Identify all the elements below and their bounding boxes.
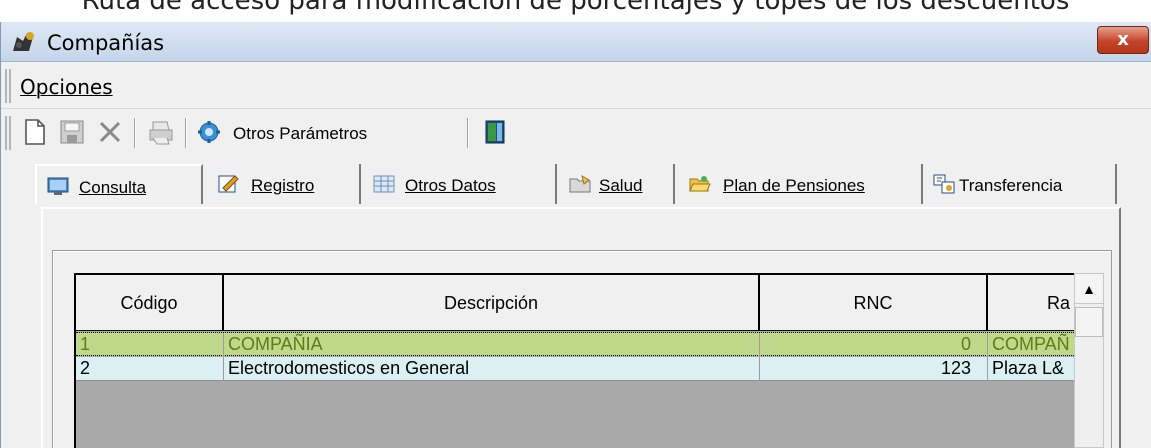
- tab-salud[interactable]: Salud: [563, 164, 675, 204]
- tab-otros-datos[interactable]: Otros Datos: [367, 164, 557, 204]
- title-bar: Compañías x: [1, 22, 1151, 62]
- cell-rnc: 123: [760, 357, 988, 381]
- toolbar: Otros Parámetros: [1, 110, 1151, 156]
- toolbar-grip[interactable]: [5, 116, 11, 150]
- column-header-label: Ra: [1046, 293, 1070, 313]
- toolbar-separator: [185, 118, 187, 148]
- menubar-grip[interactable]: [5, 69, 11, 103]
- tab-salud-label: Salud: [599, 176, 643, 195]
- cell-descripcion: COMPAÑIA: [224, 333, 760, 357]
- cell-razon: Plaza L&: [992, 358, 1065, 378]
- table-icon: [373, 175, 395, 193]
- cell-codigo: 2: [76, 357, 224, 381]
- toolbar-separator: [134, 118, 136, 148]
- exit-door-icon[interactable]: [483, 118, 507, 146]
- companies-grid: Código Descripción RNC Ra 1 COMPAÑIA 0 C…: [74, 273, 1076, 448]
- health-folder-icon: [569, 174, 591, 193]
- gear-icon: [198, 121, 220, 143]
- tab-registro[interactable]: Registro: [209, 164, 361, 204]
- tab-plan-de-pensiones-label: Plan de Pensiones: [723, 176, 865, 195]
- tab-plan-de-pensiones[interactable]: Plan de Pensiones: [681, 164, 923, 204]
- cell-codigo: 1: [76, 333, 224, 357]
- page-caption: Ruta de acceso para modificación de porc…: [81, 0, 1070, 16]
- edit-note-icon: [218, 175, 239, 193]
- menu-bar: Opciones: [1, 63, 1151, 109]
- close-button[interactable]: x: [1097, 26, 1149, 54]
- cell-rnc: 0: [760, 333, 988, 357]
- column-header-label: Código: [120, 293, 178, 313]
- tab-strip: Consulta Registro Otros Datos Salud Plan…: [1, 164, 1151, 204]
- scroll-thumb[interactable]: [1075, 307, 1103, 337]
- window-title: Compañías: [47, 31, 165, 55]
- scroll-up-button[interactable]: ▲: [1075, 274, 1103, 304]
- arrow-up-icon: ▲: [1082, 281, 1096, 297]
- tab-registro-label: Registro: [251, 176, 315, 195]
- table-row[interactable]: 1 COMPAÑIA 0 COMPAÑ: [76, 332, 1076, 357]
- column-header-descripcion[interactable]: Descripción: [224, 275, 760, 331]
- table-row[interactable]: 2 Electrodomesticos en General 123 Plaza…: [76, 357, 1076, 381]
- folder-open-icon: [689, 176, 711, 192]
- column-header-rnc[interactable]: RNC: [760, 275, 988, 331]
- delete-icon[interactable]: [97, 118, 123, 146]
- monitor-icon: [47, 177, 69, 195]
- menu-opciones[interactable]: Opciones: [20, 75, 113, 99]
- cell-descripcion: Electrodomesticos en General: [224, 357, 760, 381]
- column-header-razon[interactable]: Ra: [988, 275, 1076, 331]
- tab-transferencia-label: Transferencia: [959, 176, 1063, 195]
- transfer-icon: [933, 174, 955, 194]
- save-icon[interactable]: [59, 118, 85, 146]
- column-header-label: RNC: [853, 293, 893, 313]
- app-icon: [13, 32, 34, 51]
- toolbar-separator: [467, 118, 469, 148]
- print-icon[interactable]: [147, 118, 175, 146]
- close-icon: x: [1117, 29, 1129, 50]
- grid-header: Código Descripción RNC Ra: [76, 273, 1076, 331]
- column-header-codigo[interactable]: Código: [76, 275, 224, 331]
- tab-consulta-label: Consulta: [79, 178, 147, 197]
- tab-otros-datos-label: Otros Datos: [405, 176, 496, 195]
- otros-parametros-button[interactable]: Otros Parámetros: [197, 114, 452, 150]
- tab-consulta[interactable]: Consulta: [35, 164, 203, 204]
- cell-razon: COMPAÑ: [992, 334, 1070, 354]
- menu-opciones-label: Opciones: [20, 75, 113, 99]
- column-header-label: Descripción: [443, 293, 539, 313]
- tab-transferencia[interactable]: Transferencia: [929, 164, 1117, 204]
- new-document-icon[interactable]: [23, 118, 47, 146]
- vertical-scrollbar[interactable]: ▲: [1074, 273, 1104, 448]
- otros-parametros-label: Otros Parámetros: [233, 124, 368, 143]
